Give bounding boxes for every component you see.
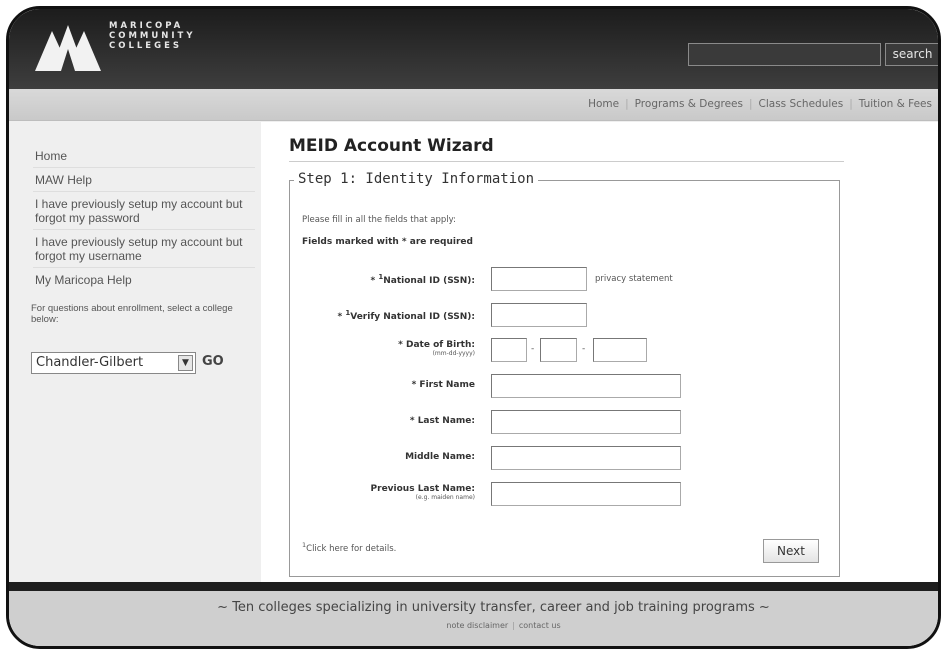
sidebar-item-home[interactable]: Home (33, 144, 255, 168)
dob-label: * Date of Birth: (mm-dd-yyyy) (398, 340, 475, 357)
college-select[interactable]: Chandler-Gilbert ▼ (31, 352, 196, 374)
step-legend: Step 1: Identity Information (294, 171, 539, 187)
nav-separator: | (748, 98, 753, 110)
ssn-verify-label-text: Verify National ID (SSN): (350, 312, 475, 322)
required-note: Fields marked with * are required (302, 237, 473, 247)
privacy-statement-link[interactable]: privacy statement (595, 274, 673, 284)
next-button[interactable]: Next (763, 539, 819, 563)
sidebar-item-maw-help[interactable]: MAW Help (33, 168, 255, 192)
dob-day-input[interactable] (540, 338, 577, 362)
page-title: MEID Account Wizard (289, 136, 844, 162)
previous-last-name-row: Previous Last Name: (e.g. maiden name) (290, 482, 839, 508)
main-content: MEID Account Wizard Step 1: Identity Inf… (261, 122, 938, 582)
middle-name-row: Middle Name: (290, 446, 839, 472)
sidebar: Home MAW Help I have previously setup my… (9, 122, 261, 582)
first-name-label: * First Name (411, 380, 475, 390)
footer-separator: | (512, 621, 515, 630)
previous-last-name-label: Previous Last Name: (e.g. maiden name) (371, 484, 475, 501)
ssn-row: * 1National ID (SSN): privacy statement (290, 267, 839, 293)
search-button[interactable]: search (885, 43, 938, 66)
ssn-label-text: National ID (SSN): (383, 276, 475, 286)
first-name-input[interactable] (491, 374, 681, 398)
college-select-value: Chandler-Gilbert (36, 355, 144, 370)
enrollment-note: For questions about enrollment, select a… (31, 303, 233, 325)
sidebar-item-forgot-username[interactable]: I have previously setup my account but f… (33, 230, 255, 268)
footnote-text: Click here for details. (306, 543, 397, 554)
maricopa-logo-icon[interactable] (35, 21, 101, 73)
instruction-text: Please fill in all the fields that apply… (302, 215, 456, 225)
logo-line-2: COMMUNITY (109, 31, 196, 41)
nav-tuition-fees[interactable]: Tuition & Fees (853, 98, 938, 110)
logo-wordmark: MARICOPA COMMUNITY COLLEGES (109, 21, 196, 51)
sidebar-item-my-maricopa-help[interactable]: My Maricopa Help (33, 268, 255, 291)
footer-tagline: ~ Ten colleges specializing in universit… (217, 600, 770, 615)
nav-home[interactable]: Home (582, 98, 625, 110)
footnote-link[interactable]: 1Click here for details. (302, 541, 396, 554)
ssn-label: * 1National ID (SSN): (371, 273, 475, 286)
dob-label-text: * Date of Birth: (398, 340, 475, 350)
logo-line-1: MARICOPA (109, 21, 184, 31)
first-name-row: * First Name (290, 374, 839, 400)
ssn-verify-label: * 1Verify National ID (SSN): (338, 309, 475, 322)
footer-note-disclaimer-link[interactable]: note disclaimer (446, 621, 508, 630)
nav-class-schedules[interactable]: Class Schedules (753, 98, 850, 110)
footer-contact-us-link[interactable]: contact us (519, 621, 561, 630)
last-name-input[interactable] (491, 410, 681, 434)
ssn-input[interactable] (491, 267, 587, 291)
chevron-down-icon[interactable]: ▼ (178, 355, 193, 371)
ssn-verify-row: * 1Verify National ID (SSN): (290, 303, 839, 329)
nav-links: Home | Programs & Degrees | Class Schedules |… (582, 98, 938, 110)
ssn-verify-input[interactable] (491, 303, 587, 327)
previous-last-name-input[interactable] (491, 482, 681, 506)
page-frame: MARICOPA COMMUNITY COLLEGES search Home |… (6, 6, 941, 649)
logo-line-3: COLLEGES (109, 41, 183, 51)
go-button[interactable]: GO (202, 354, 224, 369)
top-nav: Home | Programs & Degrees | Class Schedules |… (9, 89, 938, 121)
last-name-label: * Last Name: (409, 416, 475, 426)
dob-month-input[interactable] (491, 338, 527, 362)
dob-separator: - (531, 344, 535, 354)
last-name-row: * Last Name: (290, 410, 839, 436)
search-input[interactable] (688, 43, 881, 66)
middle-name-label: Middle Name: (405, 452, 475, 462)
site-footer: ~ Ten colleges specializing in universit… (9, 591, 938, 646)
dob-format-hint: (mm-dd-yyyy) (432, 350, 475, 357)
dob-row: * Date of Birth: (mm-dd-yyyy) - - (290, 338, 839, 364)
footer-links: note disclaimer | contact us (9, 621, 938, 630)
sidebar-item-forgot-password[interactable]: I have previously setup my account but f… (33, 192, 255, 230)
middle-name-input[interactable] (491, 446, 681, 470)
nav-programs-degrees[interactable]: Programs & Degrees (629, 98, 749, 110)
maiden-name-hint: (e.g. maiden name) (415, 494, 475, 501)
site-header: MARICOPA COMMUNITY COLLEGES search (9, 9, 938, 89)
identity-fieldset: Step 1: Identity Information Please fill… (289, 171, 840, 577)
footer-divider (9, 582, 938, 591)
dob-separator: - (582, 344, 586, 354)
dob-year-input[interactable] (593, 338, 647, 362)
previous-last-name-label-text: Previous Last Name: (370, 484, 475, 494)
